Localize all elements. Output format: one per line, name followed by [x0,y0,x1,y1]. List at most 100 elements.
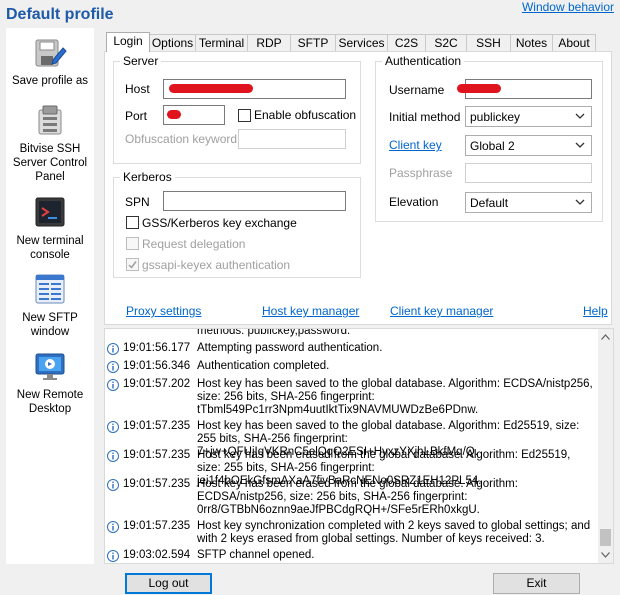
sidebar-item-label: Save profile as [11,75,89,87]
log-message: Host key has been erased from the global… [197,478,518,516]
terminal-console-icon [35,197,65,227]
redaction-mark [457,84,501,93]
sidebar-item-label: Bitvise SSH Server Control Panel [12,143,88,183]
chevron-down-icon [575,113,585,119]
tab-about[interactable]: About [552,34,596,51]
request-delegation-checkbox[interactable] [126,237,139,250]
remote-desktop-icon [35,353,65,380]
host-label: Host [125,82,150,96]
host-key-manager-link[interactable]: Host key manager [262,304,359,318]
log-message: methods: publickey,password. [197,328,351,337]
sidebar: Save profile as Bitvise SSH Server Contr… [6,28,94,564]
initial-method-value: publickey [470,110,521,124]
sidebar-item-sftp-window[interactable]: New SFTP window [6,273,94,339]
username-label: Username [389,83,445,97]
scroll-down-icon[interactable] [601,552,610,558]
sidebar-item-server-control-panel[interactable]: Bitvise SSH Server Control Panel [6,104,94,184]
chevron-down-icon [575,199,585,205]
enable-obfuscation-checkbox[interactable] [238,109,251,122]
sidebar-item-label: New SFTP window [22,312,78,338]
log-timestamp: 19:01:57.235 [123,449,191,461]
spn-input[interactable] [163,191,346,211]
save-profile-icon [35,39,67,67]
info-icon [107,379,119,391]
chevron-down-icon [575,142,585,148]
log-out-button[interactable]: Log out [125,573,212,594]
tab-c2s[interactable]: C2S [387,34,426,51]
log-timestamp: 19:01:57.235 [123,520,191,532]
client-key-select[interactable]: Global 2 [465,135,592,156]
log-timestamp: 19:03:02.594 [123,549,191,561]
window-behavior-link[interactable]: Window behavior [522,0,614,14]
info-icon [107,521,119,533]
port-label: Port [125,109,148,123]
tab-terminal[interactable]: Terminal [195,34,248,51]
info-icon [107,479,119,491]
sidebar-item-remote-desktop[interactable]: New Remote Desktop [6,350,94,416]
tab-ssh[interactable]: SSH [466,34,511,51]
proxy-settings-link[interactable]: Proxy settings [126,304,201,318]
elevation-select[interactable]: Default [465,192,592,213]
scrollbar-thumb[interactable] [600,529,611,546]
help-link[interactable]: Help [583,304,608,318]
client-key-link[interactable]: Client key [389,138,442,152]
sidebar-item-terminal-console[interactable]: New terminal console [6,196,94,262]
log-message: Host key has been saved to the global da… [197,378,593,416]
tab-rdp[interactable]: RDP [247,34,291,51]
log-timestamp: 19:01:56.346 [123,360,191,372]
enable-obfuscation-label: Enable obfuscation [254,108,357,122]
scroll-up-icon[interactable] [601,334,610,340]
elevation-label: Elevation [389,195,439,209]
log-message: Authentication completed. [197,360,330,372]
kerberos-legend: Kerberos [123,170,172,184]
info-icon [107,361,119,373]
obfuscation-keyword-label: Obfuscation keyword [125,132,238,146]
tab-login[interactable]: Login [106,32,150,52]
tab-s2c[interactable]: S2C [425,34,467,51]
exit-button[interactable]: Exit [493,573,580,594]
log-scrollbar[interactable] [598,329,613,563]
tab-services[interactable]: Services [335,34,388,51]
redaction-mark [169,84,253,93]
tab-sftp[interactable]: SFTP [290,34,336,51]
log-panel[interactable]: methods: publickey,password. 19:01:56.17… [104,328,614,564]
info-icon [107,421,119,433]
request-delegation-label: Request delegation [142,237,246,251]
initial-method-select[interactable]: publickey [465,106,592,127]
elevation-value: Default [470,196,509,210]
spn-label: SPN [125,195,150,209]
obfuscation-keyword-input[interactable] [238,129,346,149]
log-message: SFTP channel opened. [197,549,315,561]
log-timestamp: 19:01:57.202 [123,378,191,390]
log-timestamp: 19:01:57.235 [123,478,191,490]
log-timestamp: 19:01:57.235 [123,420,191,432]
server-control-panel-icon [38,105,62,135]
log-message: Host key synchronization completed with … [197,520,591,545]
info-icon [107,450,119,462]
sidebar-item-label: New terminal console [16,235,84,261]
passphrase-input[interactable] [465,163,592,183]
checkmark-icon [128,261,137,269]
sidebar-item-save-profile[interactable]: Save profile as [6,36,94,88]
authentication-legend: Authentication [385,54,462,68]
tab-notes[interactable]: Notes [510,34,553,51]
gssapi-keyex-checkbox[interactable] [126,258,139,271]
log-timestamp: 19:01:56.177 [123,342,191,354]
server-legend: Server [123,54,159,68]
log-message: Attempting password authentication. [197,342,383,354]
login-panel: Server Host Port Enable obfuscation Obfu… [104,51,612,325]
client-key-value: Global 2 [470,139,515,153]
gss-kerberos-label: GSS/Kerberos key exchange [142,216,297,230]
initial-method-label: Initial method [389,110,461,124]
gssapi-keyex-label: gssapi-keyex authentication [142,258,291,272]
info-icon [107,343,119,355]
gss-kerberos-checkbox[interactable] [126,216,139,229]
tab-options[interactable]: Options [149,34,196,51]
client-key-manager-link[interactable]: Client key manager [390,304,493,318]
redaction-mark [167,110,181,119]
info-icon [107,550,119,562]
window-title: Default profile [6,6,114,23]
sftp-window-icon [35,274,65,304]
sidebar-item-label: New Remote Desktop [16,389,84,415]
passphrase-label: Passphrase [389,166,453,180]
